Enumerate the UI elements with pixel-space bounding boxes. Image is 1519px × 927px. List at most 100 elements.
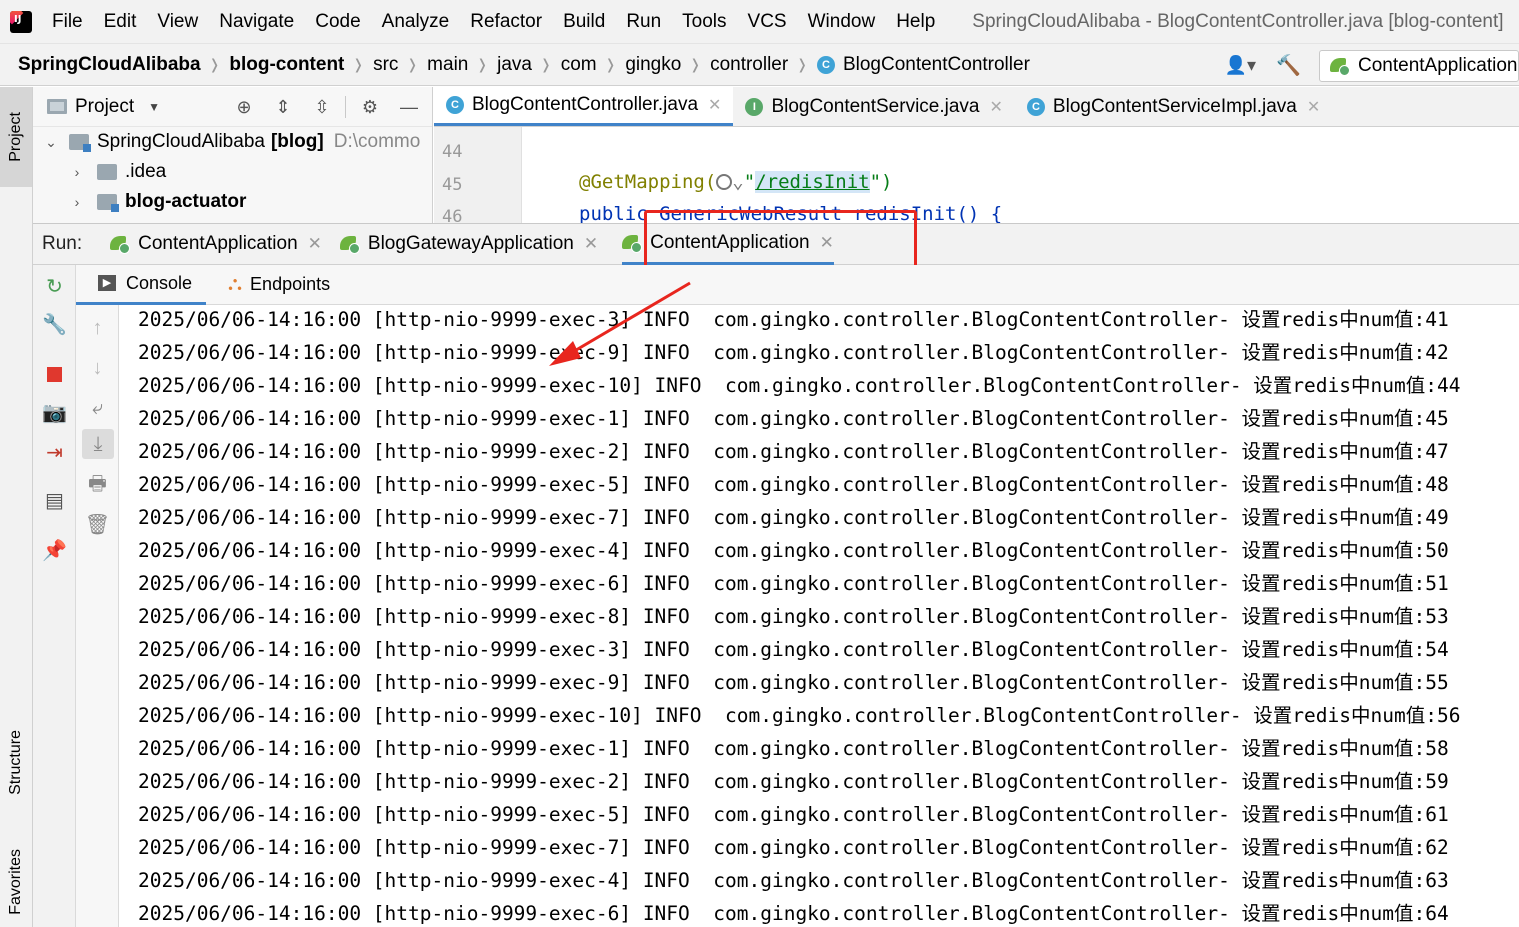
stop-button[interactable] [33, 359, 76, 389]
chevron-right-icon: ❭ [208, 56, 221, 72]
tab-console[interactable]: ▶ Console [76, 265, 207, 305]
gear-icon[interactable]: ⚙ [355, 97, 385, 118]
chevron-right-icon[interactable]: › [67, 194, 87, 210]
menu-code[interactable]: Code [315, 11, 360, 33]
layout-icon[interactable]: ▤ [33, 485, 76, 515]
menu-refactor[interactable]: Refactor [470, 11, 542, 33]
code-area[interactable]: 44 45 46 @GetMapping(⌄"/redisInit") publ… [434, 127, 1519, 223]
spring-boot-icon [339, 234, 360, 254]
expand-all-icon[interactable]: ⇕ [268, 97, 298, 118]
run-label: Run: [42, 233, 83, 254]
breadcrumb-gingko[interactable]: gingko ❭ [625, 54, 710, 76]
project-panel-header: Project ▼ ⊕ ⇕ ⇳ ⚙ — [33, 87, 432, 127]
log-line: 2025/06/06-14:16:00 [http-nio-9999-exec-… [138, 341, 1449, 364]
trash-icon[interactable]: 🗑 [76, 509, 119, 539]
tab-endpoints[interactable]: ⛬ Endpoints [206, 265, 344, 305]
pin-icon[interactable]: 📌 [33, 535, 76, 565]
arrow-up-icon[interactable]: ↑ [76, 313, 119, 343]
menu-view[interactable]: View [157, 11, 198, 33]
hide-panel-icon[interactable]: — [394, 97, 424, 118]
exit-icon[interactable]: ⇥ [33, 437, 76, 467]
menu-window[interactable]: Window [808, 11, 876, 33]
menu-tools[interactable]: Tools [682, 11, 726, 33]
close-icon[interactable]: ✕ [990, 97, 1003, 117]
breadcrumb-project[interactable]: SpringCloudAlibaba ❭ [18, 54, 229, 76]
tree-item-blog-actuator[interactable]: › blog-actuator [33, 187, 432, 217]
chevron-down-icon[interactable]: ▼ [148, 100, 160, 114]
console-icon: ▶ [98, 275, 116, 291]
tree-item-label: .idea [125, 161, 167, 182]
menu-navigate[interactable]: Navigate [219, 11, 294, 33]
project-tool-button[interactable]: Project [0, 87, 32, 187]
tree-item-root[interactable]: ⌄ SpringCloudAlibaba [blog] D:\commo [33, 127, 432, 157]
close-icon[interactable]: ✕ [708, 95, 721, 115]
structure-tool-button[interactable]: Structure [0, 707, 32, 817]
build-hammer-icon[interactable]: 🔨 [1276, 53, 1301, 78]
close-icon[interactable]: ✕ [1307, 97, 1320, 117]
close-icon[interactable]: ✕ [820, 233, 834, 253]
breadcrumb-module[interactable]: blog-content ❭ [229, 54, 373, 76]
breadcrumb-class[interactable]: C BlogContentController [816, 54, 1030, 76]
menu-run[interactable]: Run [626, 11, 661, 33]
breadcrumb-controller[interactable]: controller ❭ [710, 54, 817, 76]
editor: C BlogContentController.java ✕ I BlogCon… [434, 87, 1519, 223]
project-view-title[interactable]: Project [75, 96, 134, 118]
endpoints-icon: ⛬ [228, 273, 243, 295]
log-line: 2025/06/06-14:16:00 [http-nio-9999-exec-… [138, 572, 1449, 595]
menu-help[interactable]: Help [896, 11, 935, 33]
locate-file-icon[interactable]: ⊕ [229, 97, 259, 118]
menu-vcs[interactable]: VCS [748, 11, 787, 33]
log-line: 2025/06/06-14:16:00 [http-nio-9999-exec-… [138, 605, 1449, 628]
wrench-icon[interactable]: 🔧 [33, 309, 76, 339]
class-icon: C [816, 55, 835, 74]
menu-file[interactable]: File [52, 11, 83, 33]
collapse-all-icon[interactable]: ⇳ [307, 97, 337, 118]
run-tab-content-application-active[interactable]: ContentApplication ✕ [622, 223, 834, 265]
breadcrumb-src[interactable]: src ❭ [373, 54, 427, 76]
chevron-down-icon[interactable]: ⌄ [41, 134, 61, 151]
code-line-46: public GenericWebResult redisInit() { [579, 203, 1003, 223]
log-line: 2025/06/06-14:16:00 [http-nio-9999-exec-… [138, 836, 1449, 859]
menu-analyze[interactable]: Analyze [382, 11, 450, 33]
close-icon[interactable]: ✕ [584, 234, 598, 254]
tree-item-idea[interactable]: › .idea [33, 157, 432, 187]
spring-boot-icon [622, 233, 643, 253]
window-title: SpringCloudAlibaba - BlogContentControll… [972, 10, 1504, 32]
soft-wrap-icon[interactable]: ⤶ [76, 393, 119, 423]
console-toolbar: ↑ ↓ ⤶ ⤓ 🖶 🗑 [76, 305, 119, 927]
interface-icon: I [745, 97, 764, 116]
run-tab-blog-gateway-application[interactable]: BlogGatewayApplication ✕ [339, 223, 598, 265]
user-dropdown-icon[interactable]: 👤▾ [1225, 55, 1256, 76]
log-line: 2025/06/06-14:16:00 [http-nio-9999-exec-… [138, 473, 1449, 496]
log-line: 2025/06/06-14:16:00 [http-nio-9999-exec-… [138, 902, 1449, 925]
globe-icon[interactable] [716, 174, 733, 190]
favorites-tool-button[interactable]: Favorites [0, 839, 32, 925]
line-number: 46 [442, 207, 463, 223]
log-line: 2025/06/06-14:16:00 [http-nio-9999-exec-… [138, 407, 1449, 430]
chevron-right-icon[interactable]: › [67, 164, 87, 180]
scroll-to-end-icon[interactable]: ⤓ [82, 429, 114, 459]
print-icon[interactable]: 🖶 [76, 471, 119, 501]
console-output[interactable]: 2025/06/06-14:16:00 [http-nio-9999-exec-… [120, 305, 1519, 927]
tab-blog-content-service-impl[interactable]: C BlogContentServiceImpl.java ✕ [1015, 87, 1332, 126]
chevron-right-icon: ❭ [604, 56, 617, 72]
camera-icon[interactable]: 📷 [33, 397, 76, 427]
rerun-icon[interactable]: ↻ [33, 271, 76, 301]
spring-boot-icon [110, 234, 131, 254]
arrow-down-icon[interactable]: ↓ [76, 353, 119, 383]
chevron-right-icon: ❭ [406, 56, 419, 72]
breadcrumb-main[interactable]: main ❭ [427, 54, 497, 76]
run-configuration-select[interactable]: ContentApplication [1319, 49, 1519, 82]
spring-boot-icon [1330, 56, 1350, 76]
line-number: 44 [442, 142, 463, 162]
code-line-45: @GetMapping(⌄"/redisInit") [579, 171, 893, 193]
tab-blog-content-controller[interactable]: C BlogContentController.java ✕ [434, 87, 734, 126]
menu-build[interactable]: Build [563, 11, 605, 33]
breadcrumb-com[interactable]: com ❭ [561, 54, 626, 76]
close-icon[interactable]: ✕ [308, 234, 322, 254]
tab-blog-content-service[interactable]: I BlogContentService.java ✕ [733, 87, 1014, 126]
run-tab-content-application[interactable]: ContentApplication ✕ [110, 223, 322, 265]
breadcrumb-java[interactable]: java ❭ [497, 54, 561, 76]
log-line: 2025/06/06-14:16:00 [http-nio-9999-exec-… [138, 869, 1449, 892]
menu-edit[interactable]: Edit [104, 11, 137, 33]
